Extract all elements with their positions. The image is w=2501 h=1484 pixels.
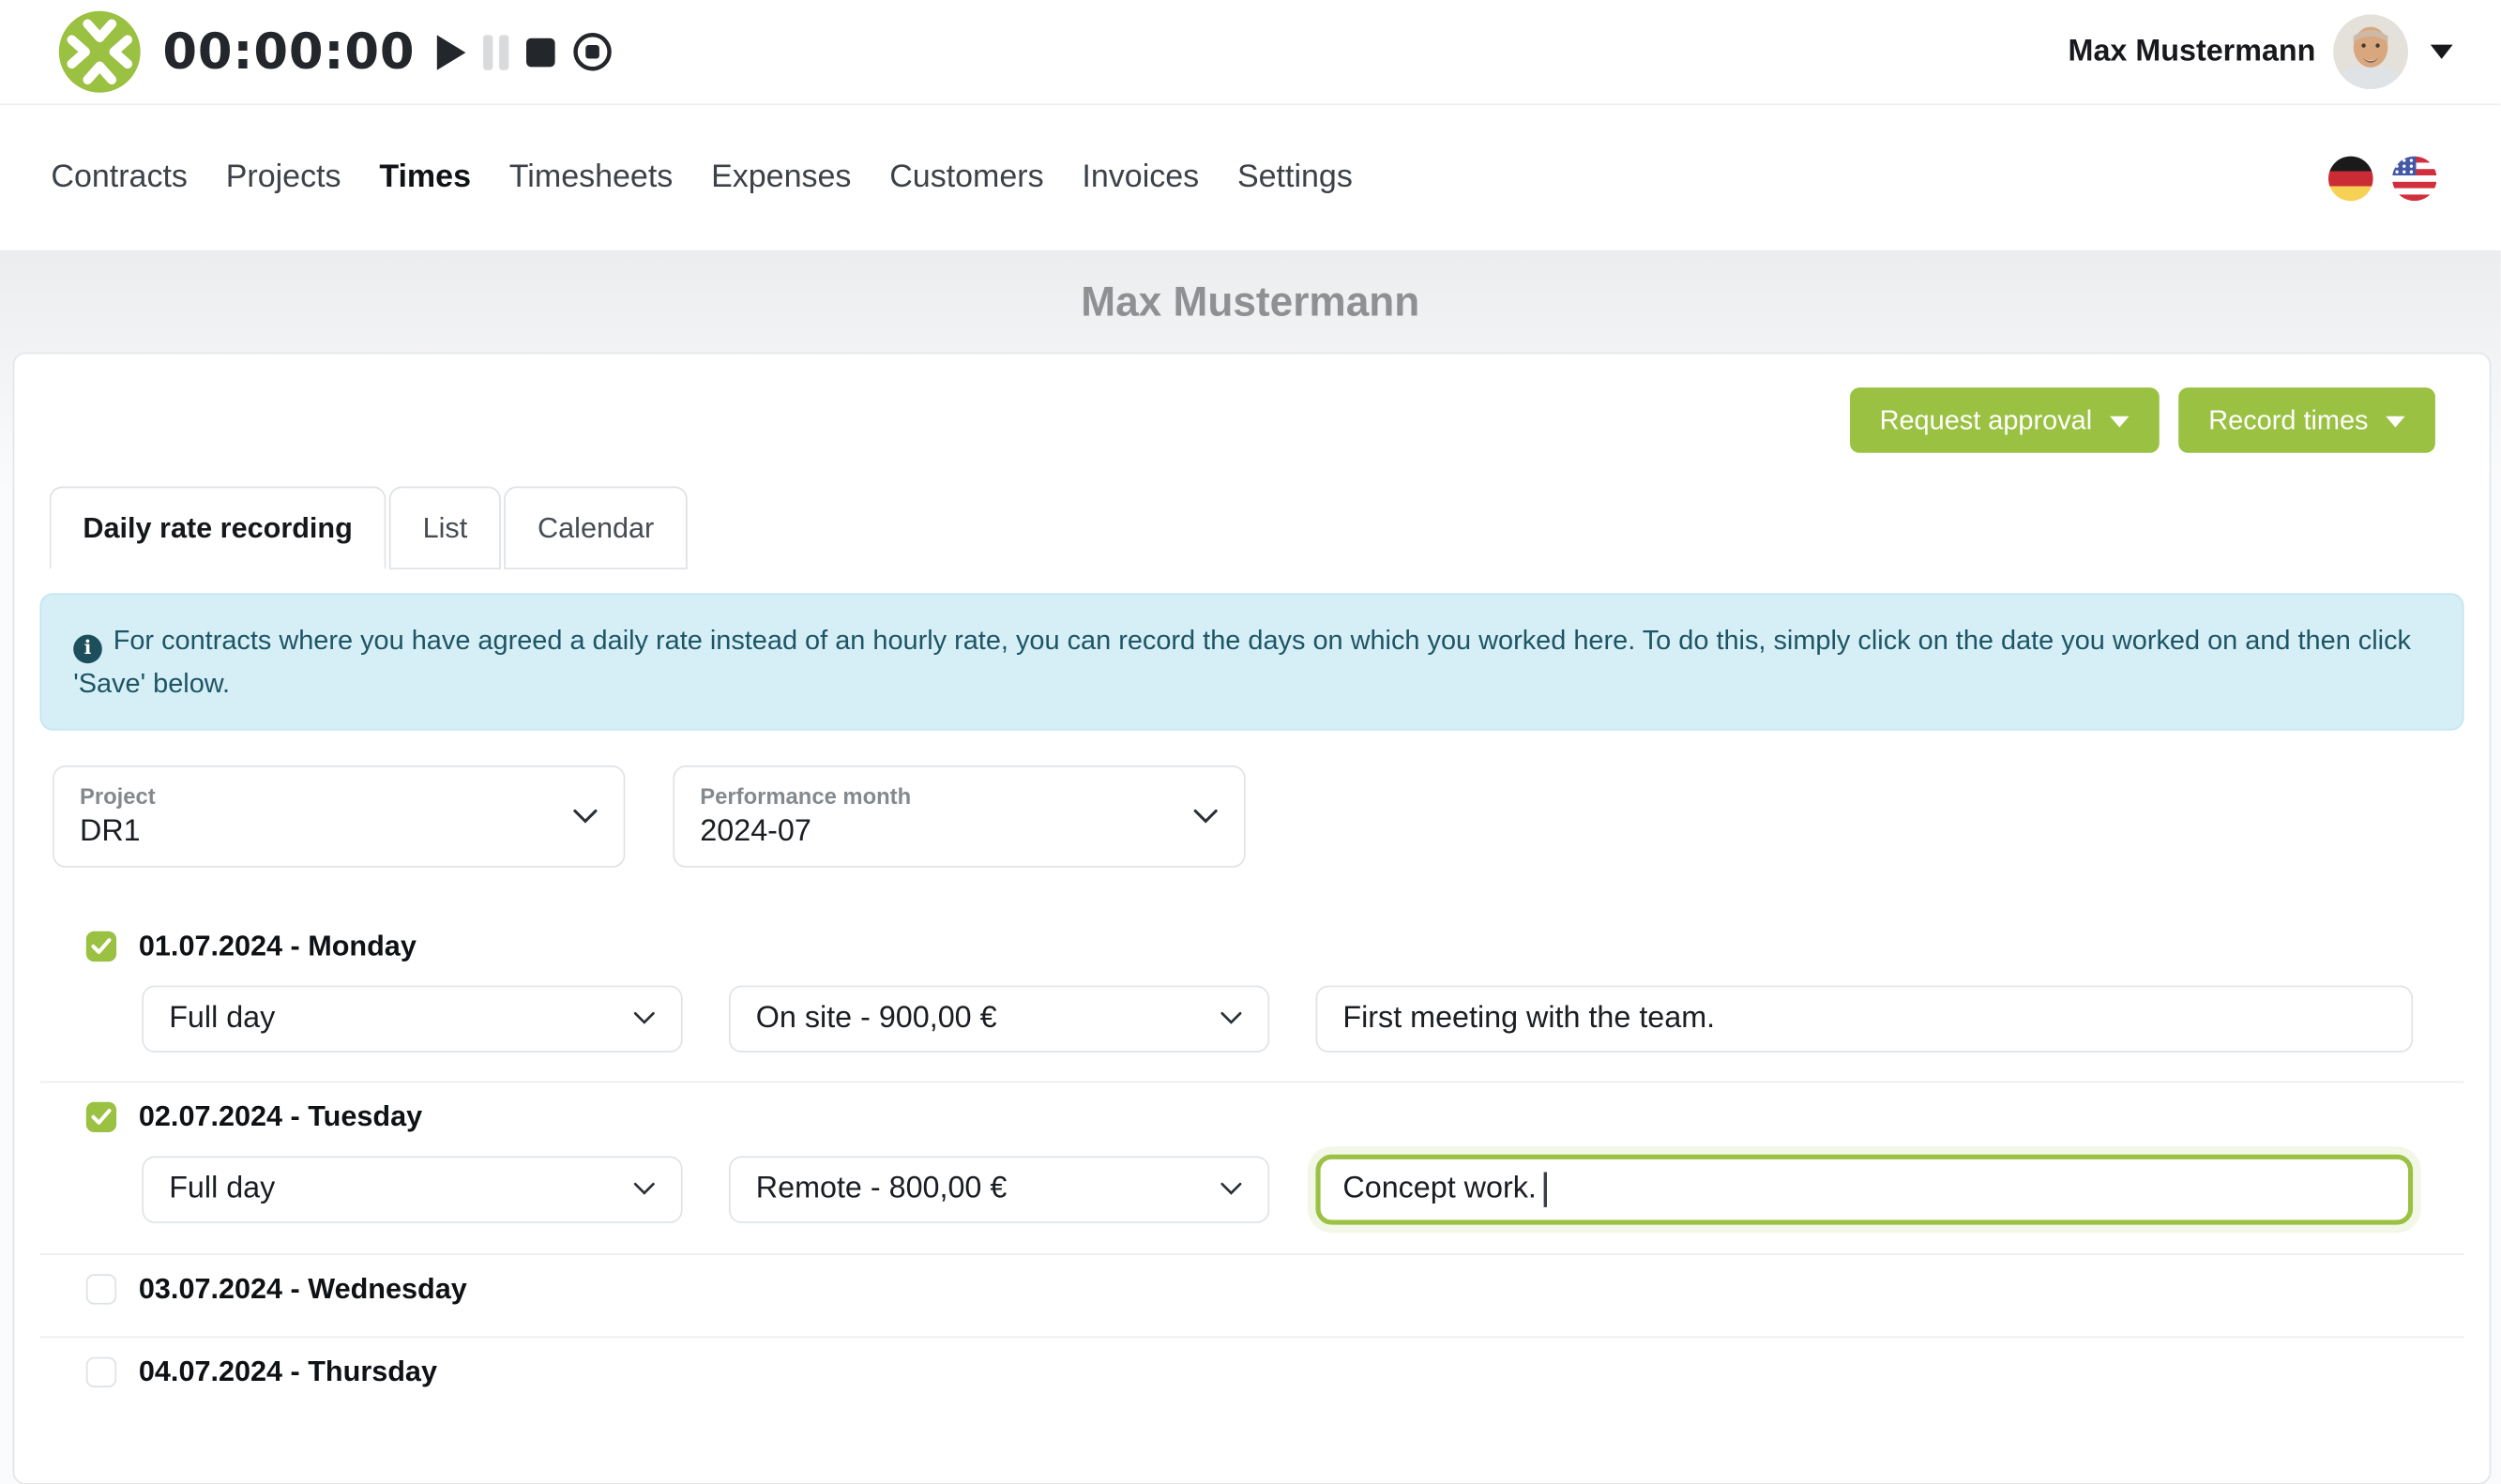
performance-month-select[interactable]: Performance month 2024-07 [673,765,1245,867]
project-select-label: Project [80,782,553,808]
day-group: 03.07.2024 - Wednesday [40,1252,2464,1335]
play-icon[interactable] [437,35,466,69]
day-rate-value: On site - 900,00 € [756,1001,997,1036]
nav-item-settings[interactable]: Settings [1237,159,1353,196]
day-header: 01.07.2024 - Monday [40,929,2464,963]
chevron-down-icon [633,1011,656,1025]
day-note-input[interactable]: Concept work. [1316,1154,2414,1224]
day-fields: Full day On site - 900,00 € First meetin… [142,985,2413,1052]
day-duration-select[interactable]: Full day [142,1156,682,1222]
day-duration-value: Full day [169,1172,275,1206]
day-list: 01.07.2024 - Monday Full day On site - 9… [40,912,2464,1419]
app-logo-icon [57,9,142,94]
main-nav: Contracts Projects Times Timesheets Expenses… [0,105,2501,251]
stop-circle-icon[interactable] [573,32,614,72]
nav-item-timesheets[interactable]: Timesheets [509,159,673,196]
day-duration-select[interactable]: Full day [142,985,682,1052]
avatar [2333,14,2408,89]
project-select-value: DR1 [80,814,553,849]
chevron-down-icon [2431,45,2453,59]
page-title: Max Mustermann [1081,278,1419,327]
info-alert: iFor contracts where you have agreed a d… [40,593,2464,729]
day-checkbox[interactable] [86,1274,116,1304]
filters-row: Project DR1 Performance month 2024-07 [40,765,2464,867]
day-date-label: 04.07.2024 - Thursday [139,1355,437,1389]
times-panel: Request approval Record times Daily rate… [13,353,2492,1484]
nav-item-expenses[interactable]: Expenses [711,159,851,196]
chevron-down-icon [572,808,598,824]
day-note-input[interactable]: First meeting with the team. [1316,985,2414,1052]
page-background: Max Mustermann Request approval Record t… [0,252,2501,1484]
day-date-label: 03.07.2024 - Wednesday [139,1273,467,1307]
day-group: 01.07.2024 - Monday Full day On site - 9… [40,912,2464,1081]
tab-bar: Daily rate recordingListCalendar [40,487,2464,569]
day-rate-select[interactable]: Remote - 800,00 € [729,1156,1269,1222]
info-alert-text: For contracts where you have agreed a da… [73,625,2411,697]
user-name: Max Mustermann [2069,35,2316,69]
day-fields: Full day Remote - 800,00 € Concept work. [142,1156,2413,1224]
tab-list[interactable]: List [389,487,501,569]
day-checkbox[interactable] [86,931,116,962]
text-cursor [1544,1172,1547,1206]
day-header: 02.07.2024 - Tuesday [40,1099,2464,1134]
top-bar: 00:00:00 Max Mustermann [0,0,2501,105]
chevron-down-icon [1193,808,1219,824]
day-group: 02.07.2024 - Tuesday Full day Remote - 8… [40,1081,2464,1253]
timer-display: 00:00:00 [162,23,415,81]
page-header: Max Mustermann [0,252,2501,353]
action-toolbar: Request approval Record times [40,387,2464,453]
chevron-down-icon [1220,1011,1243,1025]
nav-item-customers[interactable]: Customers [889,159,1043,196]
tab-calendar[interactable]: Calendar [504,487,688,569]
day-note-text: Concept work. [1342,1172,1536,1206]
chevron-down-icon [2110,416,2129,428]
request-approval-label: Request approval [1880,404,2093,436]
nav-item-contracts[interactable]: Contracts [51,159,188,196]
day-header: 04.07.2024 - Thursday [40,1355,2464,1389]
us-flag-icon[interactable] [2392,156,2437,201]
app-root: 00:00:00 Max Mustermann [0,0,2501,1355]
day-rate-value: Remote - 800,00 € [756,1172,1008,1206]
info-icon: i [73,634,102,663]
record-times-button[interactable]: Record times [2178,387,2435,453]
request-approval-button[interactable]: Request approval [1849,387,2159,453]
performance-month-value: 2024-07 [700,814,1174,849]
day-checkbox[interactable] [86,1102,116,1132]
record-times-label: Record times [2208,404,2368,436]
tab-daily-rate-recording[interactable]: Daily rate recording [50,487,387,569]
chevron-down-icon [1220,1182,1243,1196]
pause-icon[interactable] [483,35,508,69]
nav-item-times[interactable]: Times [379,159,471,196]
chevron-down-icon [2386,416,2404,428]
stop-icon[interactable] [526,38,555,67]
day-note-text: First meeting with the team. [1342,1001,1715,1036]
language-switcher [2328,156,2437,201]
day-rate-select[interactable]: On site - 900,00 € [729,985,1269,1052]
day-date-label: 02.07.2024 - Tuesday [139,1100,422,1134]
nav-item-projects[interactable]: Projects [226,159,341,196]
project-select[interactable]: Project DR1 [53,765,625,867]
timer-controls [437,32,613,72]
day-group: 04.07.2024 - Thursday [40,1336,2464,1418]
day-header: 03.07.2024 - Wednesday [40,1272,2464,1307]
day-duration-value: Full day [169,1001,275,1036]
nav-item-invoices[interactable]: Invoices [1082,159,1199,196]
day-date-label: 01.07.2024 - Monday [139,930,417,963]
chevron-down-icon [633,1182,656,1196]
day-checkbox[interactable] [86,1357,116,1387]
user-menu[interactable]: Max Mustermann [2069,14,2453,89]
german-flag-icon[interactable] [2328,156,2373,201]
performance-month-label: Performance month [700,782,1174,808]
